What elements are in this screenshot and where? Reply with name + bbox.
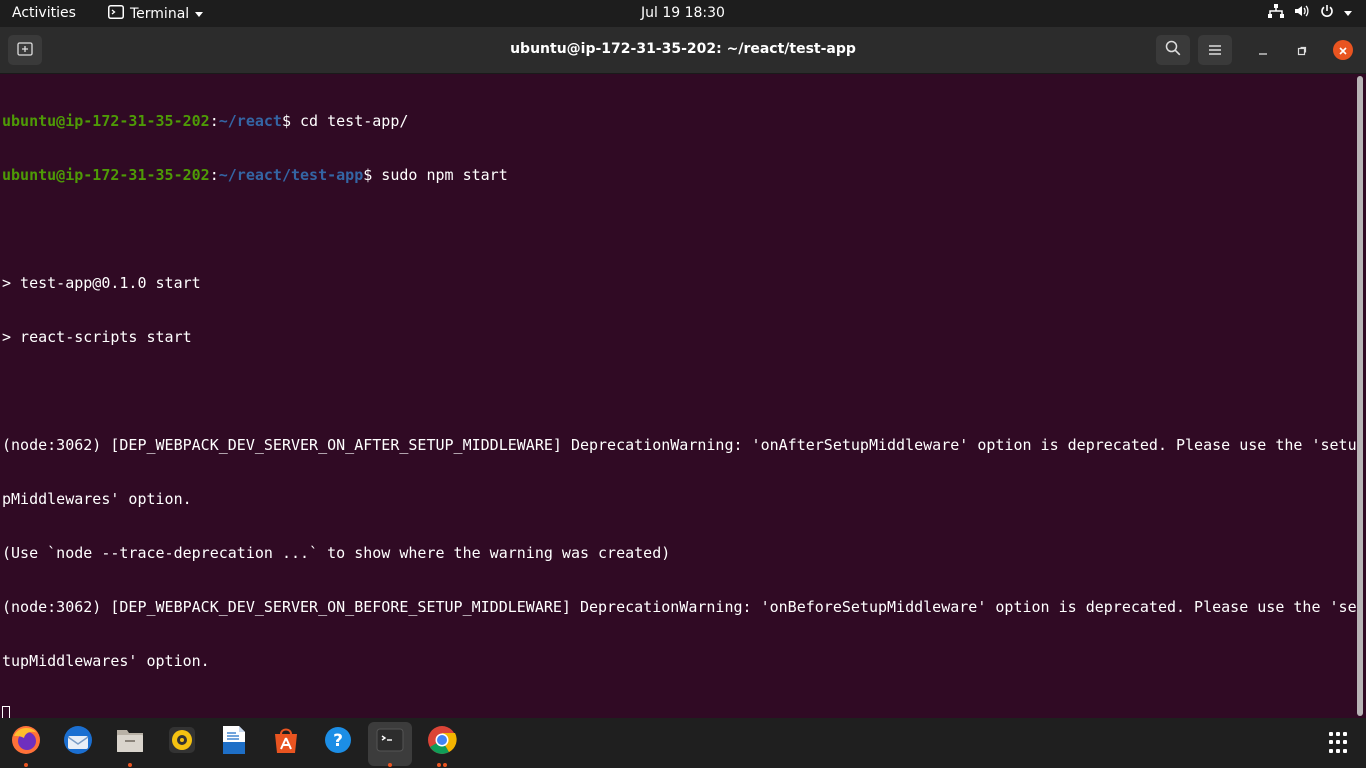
- terminal-line: (node:3062) [DEP_WEBPACK_DEV_SERVER_ON_B…: [2, 598, 1356, 616]
- svg-text:?: ?: [333, 731, 343, 751]
- terminal-line: tupMiddlewares' option.: [2, 652, 210, 670]
- search-button[interactable]: [1156, 35, 1190, 65]
- software-center-icon: [271, 725, 301, 759]
- hamburger-icon: [1208, 41, 1222, 60]
- terminal-lines: ubuntu@ip-172-31-35-202:~/react$ cd test…: [2, 76, 1356, 718]
- thunderbird-launcher[interactable]: [62, 726, 94, 758]
- cursor-line: [2, 706, 1356, 718]
- files-launcher[interactable]: [114, 726, 146, 758]
- window-header: ubuntu@ip-172-31-35-202: ~/react/test-ap…: [0, 27, 1366, 74]
- prompt-path: ~/react: [218, 112, 282, 130]
- clock: Jul 19 18:30: [0, 5, 1366, 21]
- thunderbird-icon: [62, 724, 94, 760]
- power-icon[interactable]: [1320, 4, 1334, 22]
- terminal-launcher[interactable]: [374, 726, 406, 758]
- system-tray[interactable]: [1268, 4, 1352, 22]
- firefox-icon: [10, 724, 42, 760]
- chevron-down-icon[interactable]: [1344, 10, 1352, 16]
- prompt-separator: :: [209, 166, 219, 184]
- close-icon: [1338, 41, 1348, 60]
- rhythmbox-launcher[interactable]: [166, 726, 198, 758]
- network-icon[interactable]: [1268, 4, 1284, 22]
- terminal-line: pMiddlewares' option.: [2, 490, 192, 508]
- terminal-line: (node:3062) [DEP_WEBPACK_DEV_SERVER_ON_A…: [2, 436, 1356, 454]
- terminal-line: ubuntu@ip-172-31-35-202:~/react$ cd test…: [2, 112, 1356, 130]
- terminal-line: ubuntu@ip-172-31-35-202:~/react/test-app…: [2, 166, 1356, 184]
- app-grid-dot: [1343, 740, 1347, 745]
- app-grid-dot: [1329, 740, 1333, 745]
- prompt-user: ubuntu@ip-172-31-35-202: [2, 112, 210, 130]
- prompt-path: ~/react/test-app: [218, 166, 364, 184]
- running-indicator: [388, 763, 392, 767]
- text-cursor: [2, 706, 10, 718]
- files-icon: [115, 726, 145, 758]
- minimize-icon: [1258, 41, 1268, 60]
- top-bar: Activities Terminal Jul 19 18:30: [0, 0, 1366, 27]
- chrome-icon: [427, 725, 457, 759]
- help-icon: ?: [323, 725, 353, 759]
- clock-label[interactable]: Jul 19 18:30: [641, 5, 725, 21]
- minimize-button[interactable]: [1253, 40, 1273, 60]
- app-grid-dot: [1343, 748, 1347, 753]
- terminal-scrollbar[interactable]: [1357, 76, 1363, 716]
- terminal-output[interactable]: ubuntu@ip-172-31-35-202:~/react$ cd test…: [0, 74, 1356, 718]
- running-indicator: [443, 763, 447, 767]
- firefox-launcher[interactable]: [10, 726, 42, 758]
- chrome-launcher[interactable]: [426, 726, 458, 758]
- writer-launcher[interactable]: [218, 726, 250, 758]
- prompt-separator: :: [209, 112, 219, 130]
- restore-button[interactable]: [1292, 40, 1312, 60]
- app-grid-dot: [1336, 748, 1340, 753]
- app-grid-dot: [1336, 732, 1340, 736]
- app-grid-dot: [1329, 732, 1333, 736]
- dock: ?: [0, 718, 1366, 768]
- running-indicator: [24, 763, 28, 767]
- app-grid-dot: [1336, 740, 1340, 745]
- prompt-user: ubuntu@ip-172-31-35-202: [2, 166, 210, 184]
- rhythmbox-icon: [167, 725, 197, 759]
- search-icon: [1165, 40, 1181, 60]
- terminal-line: (Use `node --trace-deprecation ...` to s…: [2, 544, 671, 562]
- app-grid-dot: [1343, 732, 1347, 736]
- terminal-line: > react-scripts start: [2, 328, 192, 346]
- close-button[interactable]: [1333, 40, 1353, 60]
- software-launcher[interactable]: [270, 726, 302, 758]
- terminal-icon: [375, 725, 405, 759]
- running-indicator: [128, 763, 132, 767]
- app-grid-dot: [1329, 748, 1333, 753]
- libreoffice-writer-icon: [221, 725, 247, 759]
- menu-button[interactable]: [1198, 35, 1232, 65]
- show-applications-button[interactable]: [1329, 732, 1351, 754]
- restore-icon: [1297, 41, 1307, 60]
- command-text: $ sudo npm start: [363, 166, 508, 184]
- terminal-line: > test-app@0.1.0 start: [2, 274, 201, 292]
- running-indicator: [437, 763, 441, 767]
- volume-icon[interactable]: [1294, 4, 1310, 22]
- command-text: $ cd test-app/: [281, 112, 409, 130]
- help-launcher[interactable]: ?: [322, 726, 354, 758]
